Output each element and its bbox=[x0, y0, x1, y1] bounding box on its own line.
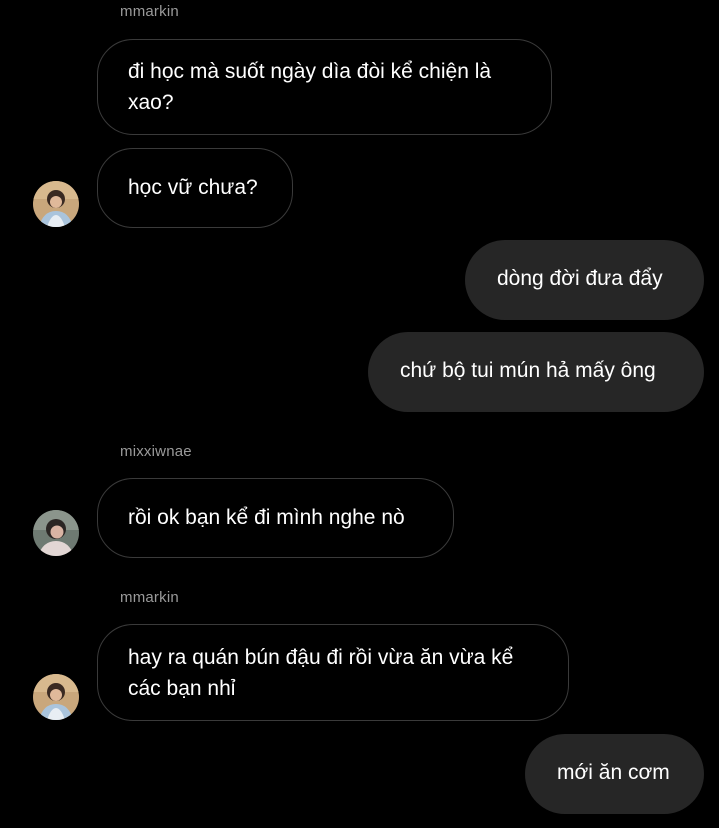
message-text: rồi ok bạn kể đi mình nghe nò bbox=[128, 506, 405, 529]
avatar[interactable] bbox=[33, 181, 79, 227]
avatar[interactable] bbox=[33, 510, 79, 556]
sender-name: mmarkin bbox=[120, 589, 179, 606]
message-text: đi học mà suốt ngày dìa đòi kể chiện là … bbox=[128, 60, 492, 114]
message-text: học vữ chưa? bbox=[128, 176, 258, 199]
incoming-message-bubble[interactable]: học vữ chưa? bbox=[97, 148, 293, 228]
message-text: chứ bộ tui mún hả mấy ông bbox=[400, 359, 656, 382]
incoming-message-bubble[interactable]: đi học mà suốt ngày dìa đòi kể chiện là … bbox=[97, 39, 552, 135]
incoming-message-bubble[interactable]: hay ra quán bún đậu đi rồi vừa ăn vừa kể… bbox=[97, 624, 569, 721]
message-text: mới ăn cơm bbox=[557, 761, 670, 784]
profile-photo-mixxiwnae bbox=[33, 510, 79, 556]
profile-photo-mmarkin bbox=[33, 181, 79, 227]
message-text: hay ra quán bún đậu đi rồi vừa ăn vừa kể… bbox=[128, 646, 514, 700]
sender-name: mmarkin bbox=[120, 3, 179, 20]
avatar[interactable] bbox=[33, 674, 79, 720]
message-text: dòng đời đưa đẩy bbox=[497, 267, 663, 290]
outgoing-message-bubble[interactable]: dòng đời đưa đẩy bbox=[465, 240, 704, 320]
outgoing-message-bubble[interactable]: mới ăn cơm bbox=[525, 734, 704, 814]
sender-name: mixxiwnae bbox=[120, 443, 192, 460]
incoming-message-bubble[interactable]: rồi ok bạn kể đi mình nghe nò bbox=[97, 478, 454, 558]
profile-photo-mmarkin bbox=[33, 674, 79, 720]
outgoing-message-bubble[interactable]: chứ bộ tui mún hả mấy ông bbox=[368, 332, 704, 412]
